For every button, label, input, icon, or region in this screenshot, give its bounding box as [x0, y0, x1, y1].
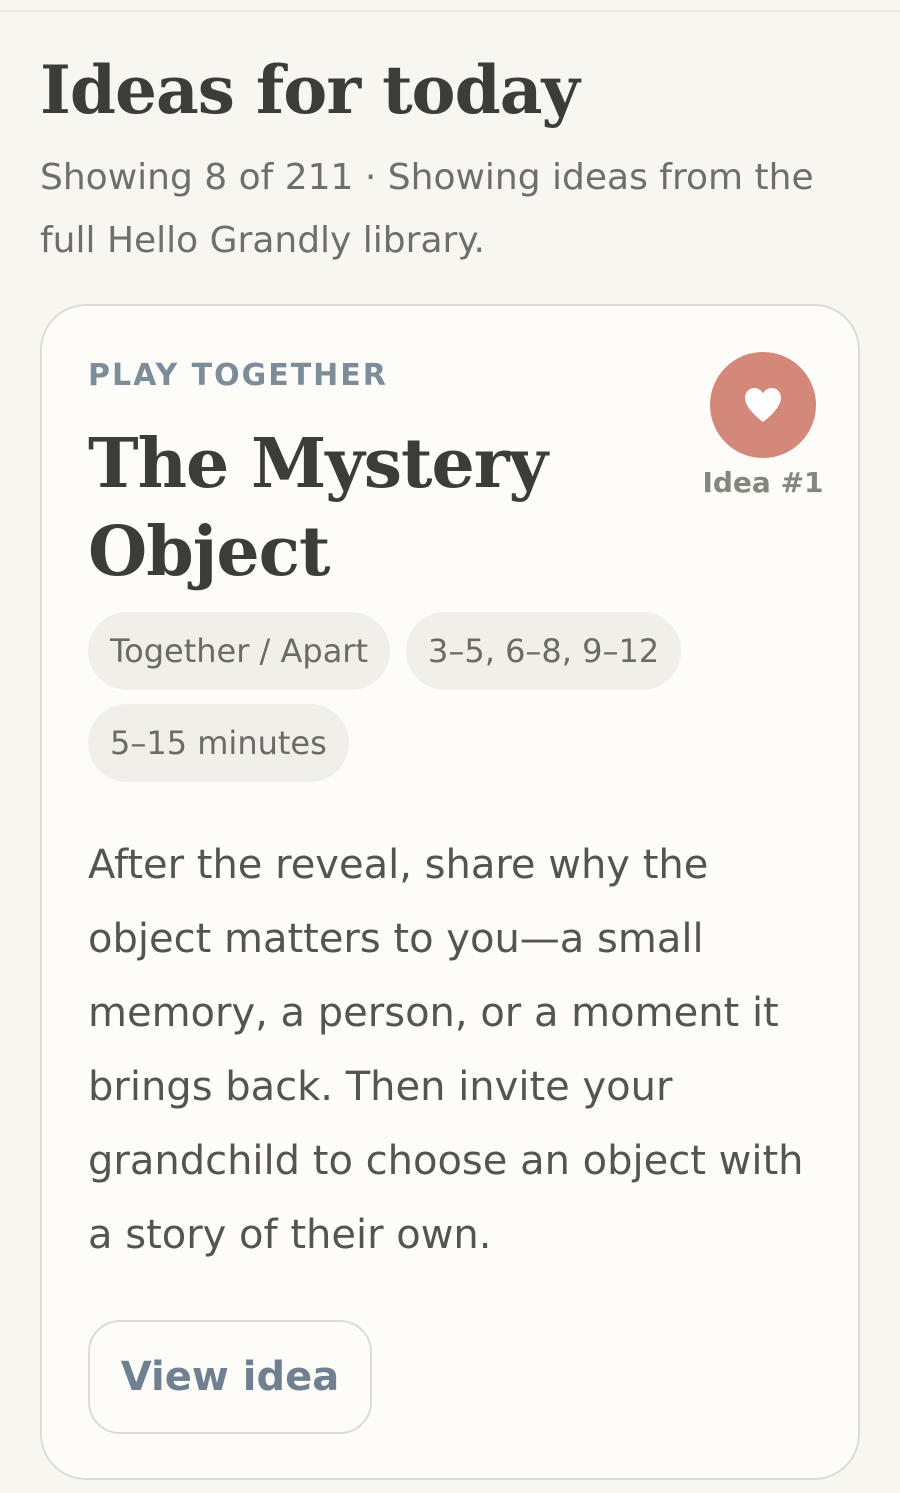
- heart-icon: [745, 388, 781, 422]
- view-idea-button[interactable]: View idea: [88, 1320, 372, 1434]
- tag-ages: 3–5, 6–8, 9–12: [406, 612, 682, 690]
- tag-setting: Together / Apart: [88, 612, 390, 690]
- idea-card: PLAY TOGETHER The Mystery Object Idea #1…: [40, 304, 860, 1480]
- tag-duration: 5–15 minutes: [88, 704, 349, 782]
- favorite-button[interactable]: [710, 352, 816, 458]
- idea-number: Idea #1: [702, 466, 824, 499]
- idea-title: The Mystery Object: [88, 424, 548, 592]
- results-summary: Showing 8 of 211 · Showing ideas from th…: [40, 157, 814, 261]
- idea-category: PLAY TOGETHER: [88, 358, 388, 393]
- top-divider: [0, 0, 900, 12]
- page-title: Ideas for today: [40, 51, 580, 129]
- tag-list: Together / Apart 3–5, 6–8, 9–12 5–15 min…: [88, 612, 788, 782]
- idea-description: After the reveal, share why the object m…: [88, 842, 804, 1258]
